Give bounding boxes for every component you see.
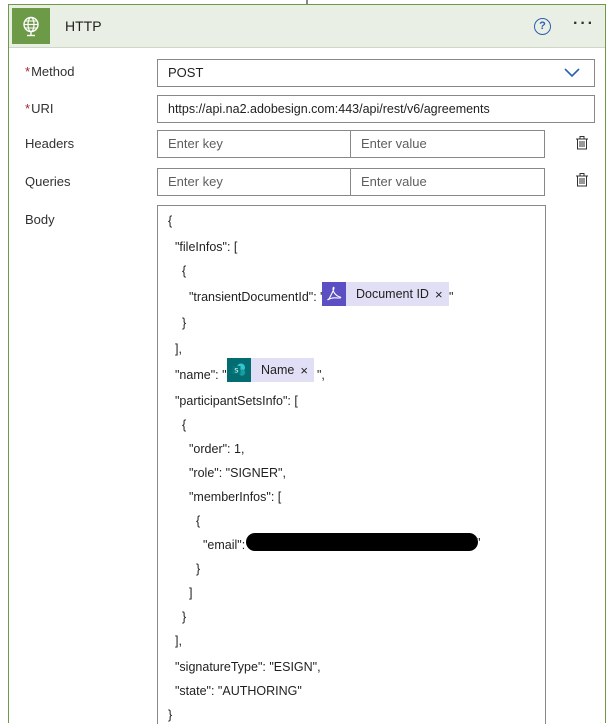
token-label: Document ID <box>356 287 429 301</box>
card-header[interactable]: HTTP ? ··· <box>9 5 605 48</box>
headers-value-input[interactable]: Enter value <box>350 130 545 158</box>
token-label: Name <box>261 363 295 377</box>
code-line: "fileInfos": [ <box>175 240 238 254</box>
delete-icon[interactable] <box>575 136 589 150</box>
code-line: { <box>168 214 173 228</box>
code-line: "memberInfos": [ <box>189 490 282 504</box>
more-options-icon[interactable]: ··· <box>573 15 595 33</box>
queries-label: Queries <box>25 174 71 189</box>
adobe-acrobat-icon <box>322 282 346 306</box>
body-label: Body <box>25 212 55 227</box>
document-id-token[interactable]: Document ID × <box>322 282 449 306</box>
code-line: ], <box>175 342 182 356</box>
code-line: "role": "SIGNER", <box>189 466 286 480</box>
close-icon[interactable]: × <box>300 363 314 378</box>
code-line: { <box>182 418 187 432</box>
headers-label: Headers <box>25 136 75 151</box>
globe-icon <box>12 8 50 44</box>
help-icon[interactable]: ? <box>534 18 551 35</box>
close-icon[interactable]: × <box>435 287 449 302</box>
code-line: "transientDocumentId": " <box>189 290 325 304</box>
code-line: "signatureType": "ESIGN", <box>175 660 321 674</box>
uri-value: https://api.na2.adobesign.com:443/api/re… <box>168 102 490 116</box>
queries-value-input[interactable]: Enter value <box>350 168 545 196</box>
delete-icon[interactable] <box>575 173 589 187</box>
action-title: HTTP <box>65 18 102 34</box>
svg-text:S: S <box>234 367 238 375</box>
required-mark: * <box>25 64 31 79</box>
code-line: { <box>182 264 187 278</box>
http-action-card: HTTP ? ··· *Method POST *URI https://api… <box>8 4 606 724</box>
code-line: } <box>182 610 187 624</box>
method-value: POST <box>168 65 204 80</box>
code-quote: " <box>449 290 454 304</box>
code-quote-comma: ", <box>317 368 325 382</box>
chevron-down-icon <box>564 68 580 78</box>
headers-key-input[interactable]: Enter key <box>157 130 351 158</box>
uri-input[interactable]: https://api.na2.adobesign.com:443/api/re… <box>157 95 595 123</box>
method-dropdown[interactable]: POST <box>157 59 595 87</box>
code-line: } <box>196 562 201 576</box>
queries-key-input[interactable]: Enter key <box>157 168 351 196</box>
code-line: } <box>168 708 173 722</box>
code-line: "name": " <box>175 368 227 382</box>
sharepoint-icon: S <box>227 358 251 382</box>
code-quote: " <box>476 536 481 550</box>
code-line: ], <box>175 634 182 648</box>
redaction-mark <box>246 533 478 551</box>
code-line: "order": 1, <box>189 442 245 456</box>
code-line: "email": <box>203 538 246 552</box>
code-line: "state": "AUTHORING" <box>175 684 302 698</box>
code-line: ] <box>189 586 193 600</box>
code-line: "participantSetsInfo": [ <box>175 394 298 408</box>
method-label: *Method <box>25 64 75 79</box>
name-token[interactable]: S Name × <box>227 358 314 382</box>
required-mark: * <box>25 101 31 116</box>
uri-label: *URI <box>25 101 54 116</box>
body-editor[interactable]: { "fileInfos": [ { "transientDocumentId"… <box>157 205 546 724</box>
code-line: { <box>196 514 201 528</box>
code-line: } <box>182 316 187 330</box>
